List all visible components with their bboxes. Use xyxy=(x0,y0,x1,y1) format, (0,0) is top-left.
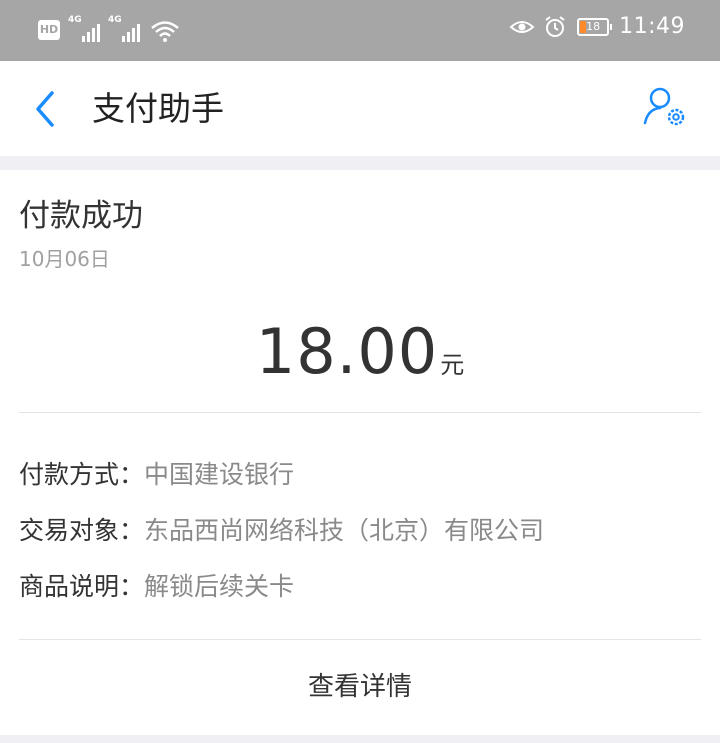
network-type-label: 4G xyxy=(68,15,82,25)
payment-amount: 18.00 xyxy=(255,315,439,388)
payment-date: 10月06日 xyxy=(19,247,110,271)
battery-icon: 18 xyxy=(577,17,613,36)
divider xyxy=(19,412,701,413)
battery-level: 18 xyxy=(586,19,601,33)
signal-icon-2: 4G xyxy=(108,15,140,42)
detail-row-counterparty: 交易对象：东品西尚网络科技（北京）有限公司 xyxy=(19,511,544,547)
status-time: 11:49 xyxy=(619,14,685,39)
amount-display: 18.00元 xyxy=(0,315,720,388)
detail-label: 交易对象： xyxy=(19,516,145,545)
page-title: 支付助手 xyxy=(92,89,224,128)
signal-icon: 4G xyxy=(68,15,100,42)
detail-label: 商品说明： xyxy=(19,572,145,601)
detail-value: 中国建设银行 xyxy=(144,460,295,489)
alarm-icon xyxy=(545,15,565,37)
eye-icon xyxy=(509,20,535,33)
detail-row-product-description: 商品说明：解锁后续关卡 xyxy=(19,567,294,603)
view-details-button[interactable]: 查看详情 xyxy=(0,640,720,735)
user-settings-button[interactable] xyxy=(640,85,692,135)
back-button[interactable] xyxy=(30,89,64,129)
detail-value: 解锁后续关卡 xyxy=(144,572,295,601)
nav-bar: 支付助手 xyxy=(0,61,720,156)
payment-status-title: 付款成功 xyxy=(19,198,143,234)
currency-unit: 元 xyxy=(440,351,465,379)
wifi-icon xyxy=(151,21,179,42)
status-bar: HD 4G 4G 18 11:49 xyxy=(0,0,720,61)
network-type-label-2: 4G xyxy=(108,15,122,25)
status-right: 18 11:49 xyxy=(501,14,685,39)
status-left: HD 4G 4G xyxy=(38,15,180,43)
payment-card: 付款成功 10月06日 18.00元 付款方式：中国建设银行 交易对象：东品西尚… xyxy=(0,170,720,735)
chevron-left-icon xyxy=(36,91,54,127)
detail-value: 东品西尚网络科技（北京）有限公司 xyxy=(144,516,545,545)
user-settings-icon xyxy=(643,87,685,126)
detail-label: 付款方式： xyxy=(19,460,145,489)
detail-row-payment-method: 付款方式：中国建设银行 xyxy=(19,455,294,491)
hd-badge: HD xyxy=(38,20,60,40)
